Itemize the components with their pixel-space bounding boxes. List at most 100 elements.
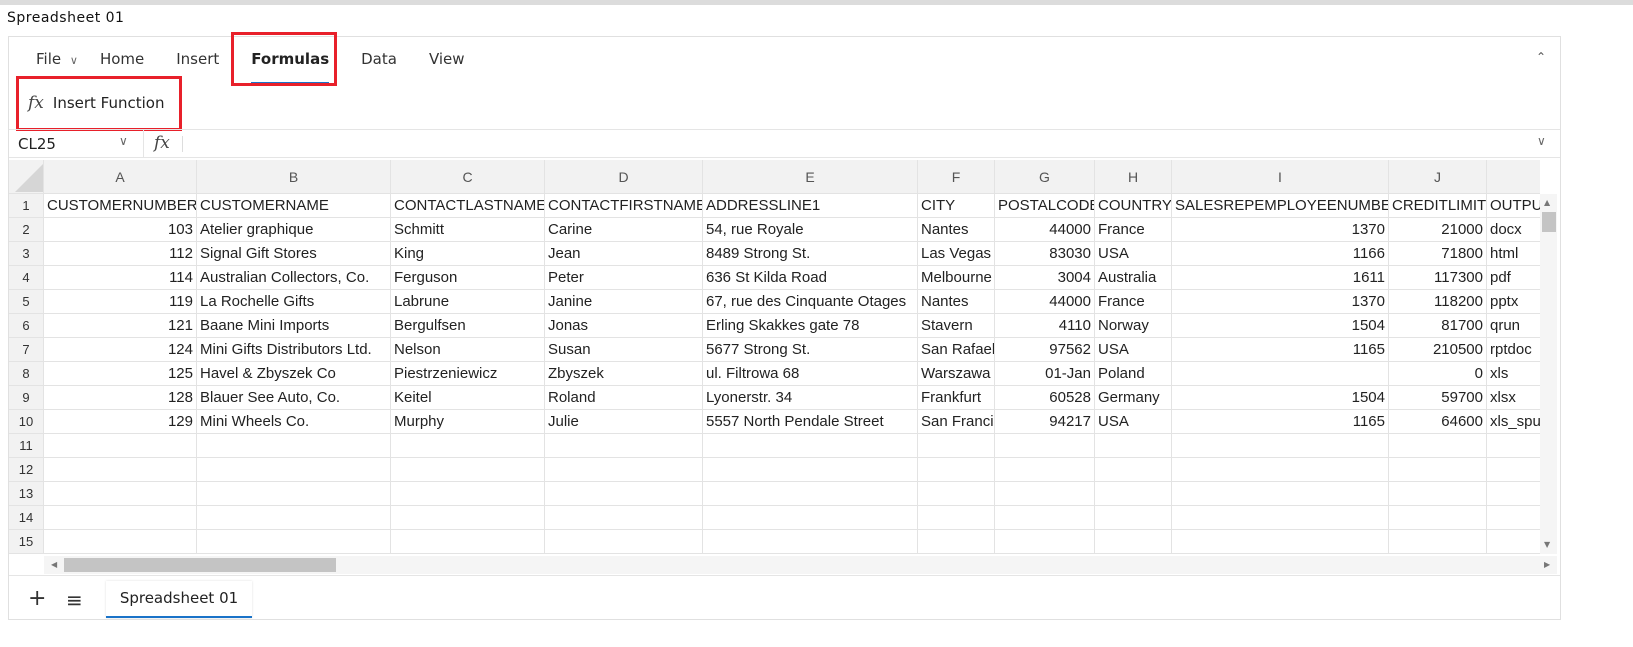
- cell[interactable]: Lyonerstr. 34: [703, 386, 918, 410]
- row-header[interactable]: 10: [9, 410, 44, 434]
- cell[interactable]: Zbyszek: [545, 362, 703, 386]
- column-header[interactable]: G: [995, 160, 1095, 194]
- cell[interactable]: Atelier graphique: [197, 218, 391, 242]
- cell[interactable]: USA: [1095, 410, 1172, 434]
- function-icon[interactable]: fx: [154, 133, 170, 153]
- cell[interactable]: Baane Mini Imports: [197, 314, 391, 338]
- cell[interactable]: pptx: [1487, 290, 1540, 314]
- cell[interactable]: [545, 482, 703, 506]
- cell[interactable]: Frankfurt: [918, 386, 995, 410]
- cell[interactable]: OUTPU: [1487, 194, 1540, 218]
- cell[interactable]: [703, 506, 918, 530]
- cell[interactable]: CITY: [918, 194, 995, 218]
- cell[interactable]: Labrune: [391, 290, 545, 314]
- row-header[interactable]: 6: [9, 314, 44, 338]
- vertical-scroll-thumb[interactable]: [1542, 212, 1556, 232]
- row-header[interactable]: 5: [9, 290, 44, 314]
- cell-grid[interactable]: A B C D E F G H I J 1 CUSTOMERNUMBER CUSTOMERNAME CON…: [9, 160, 1540, 554]
- cell[interactable]: King: [391, 242, 545, 266]
- cell[interactable]: [918, 530, 995, 554]
- row-header[interactable]: 13: [9, 482, 44, 506]
- cell[interactable]: Australia: [1095, 266, 1172, 290]
- cell[interactable]: Melbourne: [918, 266, 995, 290]
- cell[interactable]: 0: [1389, 362, 1487, 386]
- cell[interactable]: [44, 506, 197, 530]
- cell[interactable]: Peter: [545, 266, 703, 290]
- cell[interactable]: Mini Gifts Distributors Ltd.: [197, 338, 391, 362]
- tab-data[interactable]: Data: [345, 46, 413, 80]
- cell[interactable]: [1095, 458, 1172, 482]
- cell[interactable]: Australian Collectors, Co.: [197, 266, 391, 290]
- hamburger-icon[interactable]: ≡: [66, 588, 83, 612]
- cell[interactable]: 1166: [1172, 242, 1389, 266]
- cell[interactable]: 97562: [995, 338, 1095, 362]
- cell[interactable]: Jonas: [545, 314, 703, 338]
- cell[interactable]: Signal Gift Stores: [197, 242, 391, 266]
- cell[interactable]: docx: [1487, 218, 1540, 242]
- cell[interactable]: [1095, 530, 1172, 554]
- cell[interactable]: 1370: [1172, 218, 1389, 242]
- cell[interactable]: Roland: [545, 386, 703, 410]
- cell[interactable]: USA: [1095, 242, 1172, 266]
- cell[interactable]: [1172, 530, 1389, 554]
- cell[interactable]: 125: [44, 362, 197, 386]
- cell[interactable]: USA: [1095, 338, 1172, 362]
- cell[interactable]: [995, 530, 1095, 554]
- cell[interactable]: 5677 Strong St.: [703, 338, 918, 362]
- cell[interactable]: CONTACTFIRSTNAME: [545, 194, 703, 218]
- row-header[interactable]: 4: [9, 266, 44, 290]
- cell[interactable]: 112: [44, 242, 197, 266]
- cell[interactable]: [44, 458, 197, 482]
- column-header[interactable]: I: [1172, 160, 1389, 194]
- cell[interactable]: [197, 458, 391, 482]
- select-all-corner[interactable]: [9, 160, 44, 194]
- name-box-chevron-icon[interactable]: ∨: [119, 134, 128, 148]
- cell[interactable]: 60528: [995, 386, 1095, 410]
- cell[interactable]: [1487, 530, 1540, 554]
- cell[interactable]: 83030: [995, 242, 1095, 266]
- cell[interactable]: [1389, 506, 1487, 530]
- cell[interactable]: [918, 506, 995, 530]
- cell[interactable]: [545, 530, 703, 554]
- column-header[interactable]: [1487, 160, 1540, 194]
- cell[interactable]: 1165: [1172, 338, 1389, 362]
- scroll-up-icon[interactable]: ▲: [1544, 198, 1550, 207]
- cell[interactable]: CUSTOMERNAME: [197, 194, 391, 218]
- cell[interactable]: ul. Filtrowa 68: [703, 362, 918, 386]
- row-header[interactable]: 9: [9, 386, 44, 410]
- cell[interactable]: [1095, 482, 1172, 506]
- cell[interactable]: [1487, 506, 1540, 530]
- cell[interactable]: France: [1095, 290, 1172, 314]
- cell[interactable]: 71800: [1389, 242, 1487, 266]
- row-header[interactable]: 1: [9, 194, 44, 218]
- cell[interactable]: [1172, 362, 1389, 386]
- cell[interactable]: [918, 458, 995, 482]
- cell[interactable]: La Rochelle Gifts: [197, 290, 391, 314]
- cell[interactable]: [995, 434, 1095, 458]
- cell[interactable]: Las Vegas: [918, 242, 995, 266]
- cell[interactable]: [391, 530, 545, 554]
- cell[interactable]: [44, 530, 197, 554]
- horizontal-scroll-thumb[interactable]: [64, 558, 336, 572]
- cell[interactable]: 67, rue des Cinquante Otages: [703, 290, 918, 314]
- row-header[interactable]: 14: [9, 506, 44, 530]
- cell[interactable]: 21000: [1389, 218, 1487, 242]
- cell[interactable]: Ferguson: [391, 266, 545, 290]
- cell[interactable]: Nelson: [391, 338, 545, 362]
- cell[interactable]: 44000: [995, 290, 1095, 314]
- cell[interactable]: 01-Jan: [995, 362, 1095, 386]
- cell[interactable]: [391, 482, 545, 506]
- cell[interactable]: Havel & Zbyszek Co: [197, 362, 391, 386]
- column-header[interactable]: A: [44, 160, 197, 194]
- cell[interactable]: [1389, 458, 1487, 482]
- cell[interactable]: [1095, 434, 1172, 458]
- tab-home[interactable]: Home: [84, 46, 160, 80]
- cell[interactable]: CUSTOMERNUMBER: [44, 194, 197, 218]
- column-header[interactable]: H: [1095, 160, 1172, 194]
- cell[interactable]: Carine: [545, 218, 703, 242]
- cell[interactable]: [545, 458, 703, 482]
- tab-insert[interactable]: Insert: [160, 46, 235, 80]
- cell[interactable]: 3004: [995, 266, 1095, 290]
- cell[interactable]: COUNTRY: [1095, 194, 1172, 218]
- tab-view[interactable]: View: [413, 46, 481, 80]
